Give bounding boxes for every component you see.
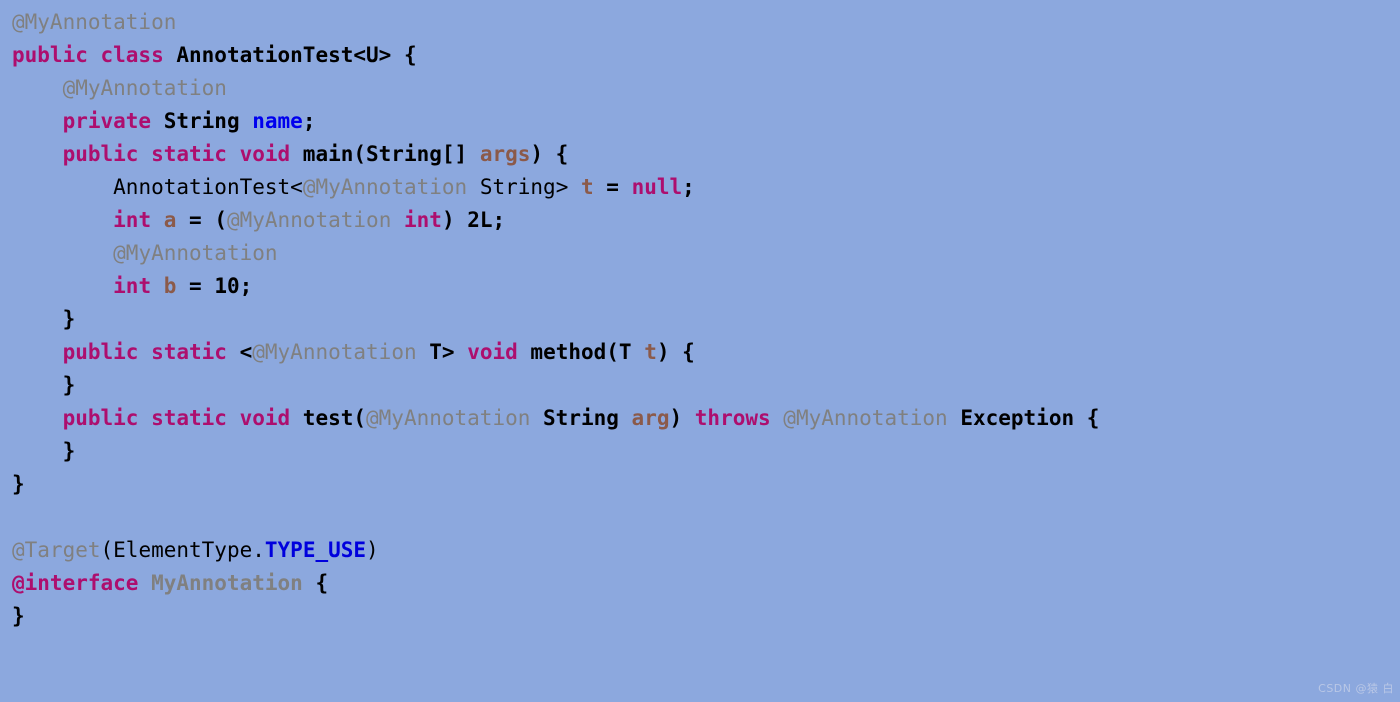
keyword-token: int (404, 208, 442, 232)
keyword-token: throws (694, 406, 784, 430)
semicolon-token: ; (302, 109, 316, 133)
code-line[interactable]: @Target(ElementType.TYPE_USE) (12, 534, 1099, 567)
code-line[interactable]: public static void main(String[] args) { (12, 138, 1099, 171)
variable-token: t (580, 175, 594, 199)
semicolon-token: ; (682, 175, 695, 199)
indent-token (12, 208, 113, 232)
keyword-token: public static void (62, 142, 303, 166)
operator-token: = (176, 208, 215, 232)
method-token: main(String[] (302, 142, 480, 166)
paren-token: ( (214, 208, 227, 232)
code-line[interactable]: AnnotationTest<@MyAnnotation String> t =… (12, 171, 1099, 204)
brace-token: { (403, 43, 417, 67)
punctuation-token: ) { (656, 340, 695, 364)
parameter-token: t (644, 340, 657, 364)
annotation-token: @MyAnnotation (62, 76, 227, 100)
code-line[interactable]: public class AnnotationTest<U> { (12, 39, 1099, 72)
brace-token: } (62, 307, 76, 331)
type-token: AnnotationTest< (113, 175, 303, 199)
keyword-token: void (467, 340, 531, 364)
parameter-token: arg (631, 406, 670, 430)
indent-token (12, 142, 63, 166)
keyword-token: public class (12, 43, 177, 67)
indent-token (12, 340, 63, 364)
annotation-token: @MyAnnotation (302, 175, 468, 199)
annotation-token: @MyAnnotation (366, 406, 544, 430)
code-line[interactable]: @interface MyAnnotation { (12, 567, 1099, 600)
indent-token (12, 109, 63, 133)
annotation-token: @MyAnnotation (12, 10, 177, 34)
type-token: String> (467, 175, 581, 199)
type-token: String (543, 406, 632, 430)
annotation-name-token: MyAnnotation (151, 571, 316, 595)
annotation-token: @MyAnnotation (252, 340, 430, 364)
operator-token: = (593, 175, 632, 199)
code-line[interactable]: private String name; (12, 105, 1099, 138)
code-line[interactable]: @MyAnnotation (12, 237, 1099, 270)
variable-token: a (163, 208, 177, 232)
code-line[interactable]: } (12, 369, 1099, 402)
brace-token: } (12, 472, 25, 496)
number-token: 10; (214, 274, 253, 298)
paren-token: ) (669, 406, 695, 430)
brace-token: } (12, 604, 25, 628)
type-param-token: T> (429, 340, 468, 364)
code-line[interactable]: @MyAnnotation (12, 72, 1099, 105)
annotation-token: @MyAnnotation (113, 241, 278, 265)
code-line[interactable]: public static void test(@MyAnnotation St… (12, 402, 1100, 435)
keyword-token: @interface (12, 571, 152, 595)
field-token: name (252, 109, 303, 133)
keyword-token: public static void (62, 406, 303, 430)
keyword-token: private (62, 109, 164, 133)
paren-token: ) (366, 538, 379, 562)
code-line[interactable]: public static <@MyAnnotation T> void met… (12, 336, 1099, 369)
indent-token (12, 241, 113, 265)
java-code-block[interactable]: @MyAnnotation public class AnnotationTest… (0, 0, 1099, 633)
code-line[interactable]: } (12, 303, 1099, 336)
brace-token: } (62, 439, 76, 463)
code-line[interactable]: int a = (@MyAnnotation int) 2L; (12, 204, 1099, 237)
indent-token (12, 274, 113, 298)
type-token: String (163, 109, 253, 133)
code-line[interactable]: int b = 10; (12, 270, 1099, 303)
paren-token: ) (441, 208, 468, 232)
brace-token: } (62, 373, 76, 397)
variable-token: b (163, 274, 177, 298)
code-line[interactable]: } (12, 600, 1099, 633)
keyword-token: public static (62, 340, 240, 364)
annotation-token: @MyAnnotation (226, 208, 404, 232)
code-line[interactable]: } (12, 435, 1099, 468)
brace-token: { (315, 571, 329, 595)
type-token: AnnotationTest<U> (176, 43, 392, 67)
method-token: test( (302, 406, 367, 430)
number-token: 2L; (467, 208, 506, 232)
punctuation-token: ) { (530, 142, 569, 166)
keyword-token: int (113, 274, 164, 298)
brace-token: { (1086, 406, 1100, 430)
parameter-token: args (479, 142, 531, 166)
angle-bracket-token: < (239, 340, 253, 364)
annotation-token: @MyAnnotation (783, 406, 961, 430)
code-screenshot: @MyAnnotation public class AnnotationTest… (0, 0, 1400, 702)
type-token: Exception (960, 406, 1087, 430)
annotation-token: @Target (12, 538, 101, 562)
keyword-token: int (113, 208, 164, 232)
constant-token: TYPE_USE (264, 538, 367, 562)
indent-token (12, 175, 113, 199)
code-line[interactable]: } (12, 468, 1099, 501)
plain-token: (ElementType. (100, 538, 265, 562)
method-token: method(T (530, 340, 645, 364)
operator-token: = (176, 274, 215, 298)
blank-token (12, 505, 25, 529)
indent-token (12, 439, 63, 463)
indent-token (12, 406, 63, 430)
code-line-blank[interactable] (12, 501, 1099, 534)
indent-token (12, 307, 63, 331)
indent-token (12, 373, 63, 397)
keyword-token: null (631, 175, 683, 199)
csdn-watermark: CSDN @猿 白 (1318, 682, 1394, 695)
indent-token (12, 76, 63, 100)
code-line[interactable]: @MyAnnotation (12, 6, 1099, 39)
